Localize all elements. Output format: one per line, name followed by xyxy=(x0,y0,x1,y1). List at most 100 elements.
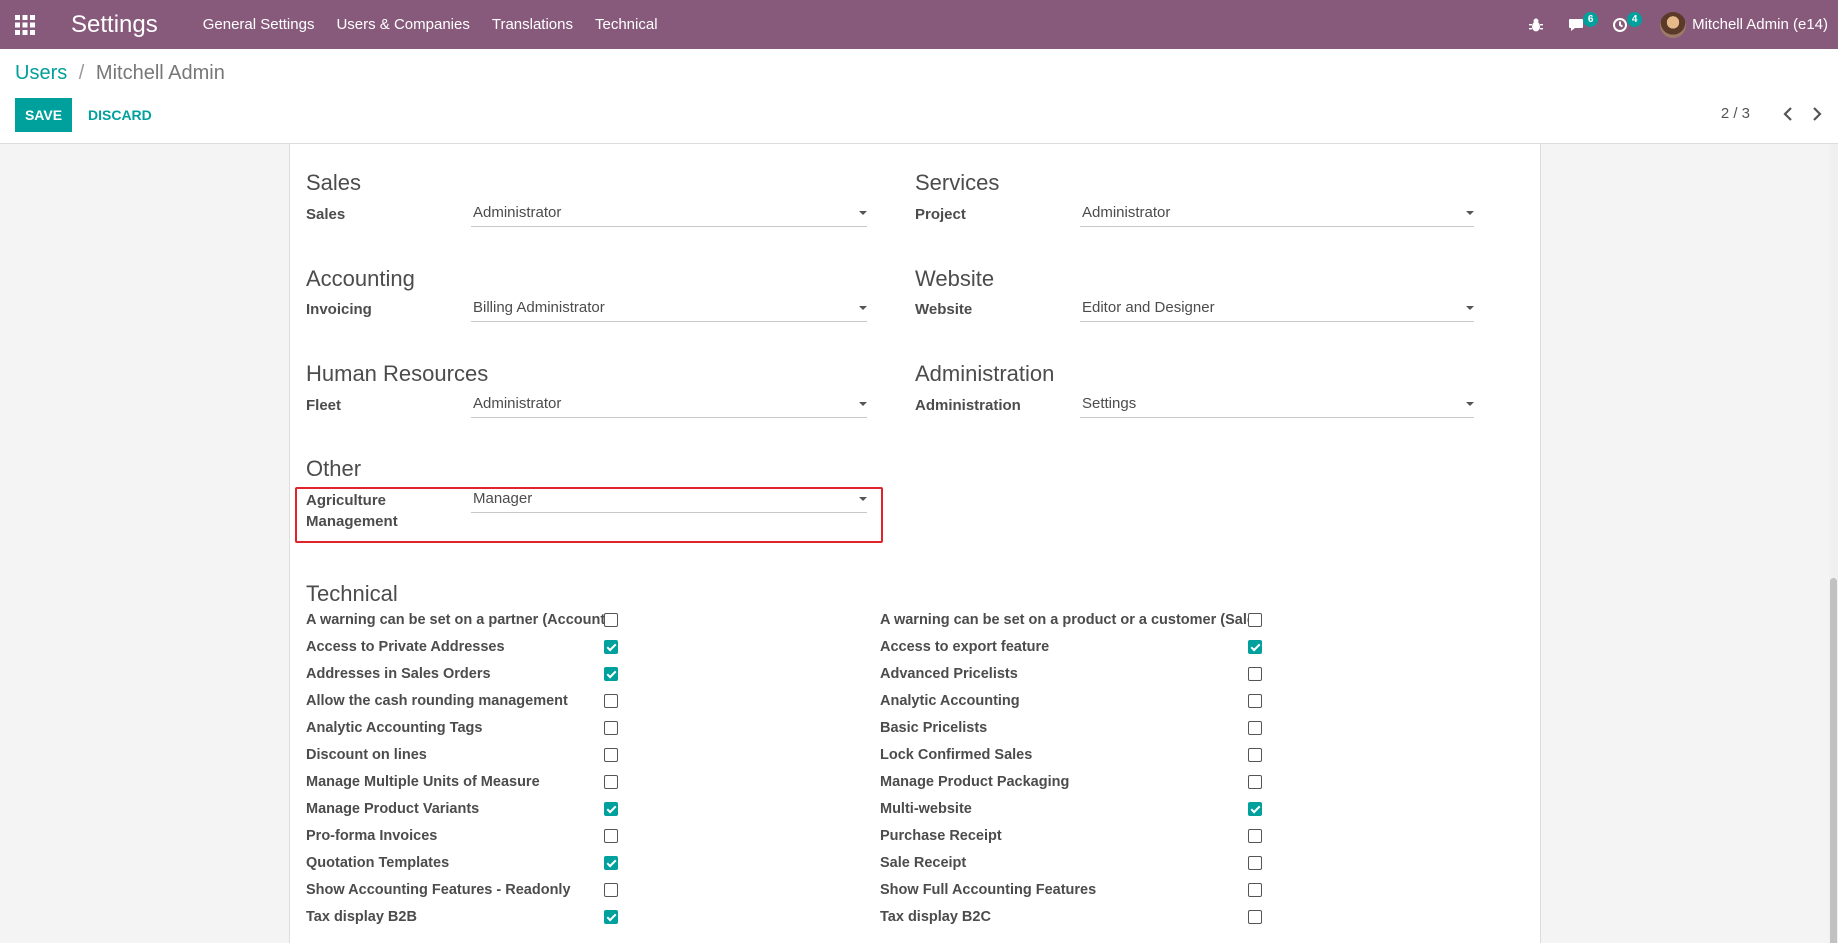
control-panel: Users / Mitchell Admin SAVE DISCARD 2 / … xyxy=(0,49,1838,144)
website-select[interactable]: Editor and Designer xyxy=(1080,296,1474,322)
technical-option-label: Show Full Accounting Features xyxy=(880,882,1097,898)
technical-option-label: Manage Product Packaging xyxy=(880,774,1070,790)
invoicing-select-value: Billing Administrator xyxy=(473,299,605,316)
chevron-right-icon[interactable] xyxy=(1804,101,1830,127)
sales-select[interactable]: Administrator xyxy=(471,201,867,227)
project-select[interactable]: Administrator xyxy=(1080,201,1474,227)
technical-option-checkbox[interactable] xyxy=(1248,883,1262,897)
group-title-services: Services xyxy=(915,170,1000,195)
field-label-website: Website xyxy=(915,301,973,318)
technical-option-checkbox[interactable] xyxy=(604,694,618,708)
technical-option-label: Manage Multiple Units of Measure xyxy=(306,774,540,790)
technical-option-label: Allow the cash rounding management xyxy=(306,693,568,709)
avatar xyxy=(1660,11,1687,38)
administration-select[interactable]: Settings xyxy=(1080,392,1474,418)
technical-option-label: Manage Product Variants xyxy=(306,801,480,817)
breadcrumb: Users / Mitchell Admin xyxy=(15,62,225,85)
technical-option-checkbox[interactable] xyxy=(1248,721,1262,735)
technical-option-label: Access to export feature xyxy=(880,639,1050,655)
caret-down-icon xyxy=(859,402,867,406)
field-label-invoicing: Invoicing xyxy=(306,301,372,318)
technical-option-checkbox[interactable] xyxy=(604,667,618,681)
scrollbar[interactable] xyxy=(1829,144,1838,943)
user-name: Mitchell Admin (e14) xyxy=(1692,16,1828,33)
discard-button[interactable]: DISCARD xyxy=(80,98,160,132)
technical-option-checkbox[interactable] xyxy=(604,721,618,735)
app-title[interactable]: Settings xyxy=(50,11,192,39)
top-navbar: Settings General Settings Users & Compan… xyxy=(0,0,1838,49)
technical-option-label: Lock Confirmed Sales xyxy=(880,747,1033,763)
group-title-accounting: Accounting xyxy=(306,266,415,291)
agriculture-management-select-value: Manager xyxy=(473,490,533,507)
save-button[interactable]: SAVE xyxy=(15,98,72,132)
sales-select-value: Administrator xyxy=(473,204,562,221)
menu-users-companies[interactable]: Users & Companies xyxy=(325,0,480,49)
field-label-administration: Administration xyxy=(915,397,1021,414)
field-label-project: Project xyxy=(915,206,966,223)
website-select-value: Editor and Designer xyxy=(1082,299,1215,316)
bug-icon[interactable] xyxy=(1518,0,1554,49)
technical-option-checkbox[interactable] xyxy=(604,613,618,627)
menu-technical[interactable]: Technical xyxy=(584,0,669,49)
group-title-website: Website xyxy=(915,266,995,291)
technical-option-label: Analytic Accounting Tags xyxy=(306,720,483,736)
technical-option-checkbox[interactable] xyxy=(604,829,618,843)
technical-option-checkbox[interactable] xyxy=(1248,775,1262,789)
caret-down-icon xyxy=(859,211,867,215)
technical-option-checkbox[interactable] xyxy=(1248,856,1262,870)
group-title-other: Other xyxy=(306,456,362,481)
group-title-administration: Administration xyxy=(915,361,1055,386)
technical-option-label: Tax display B2B xyxy=(306,909,417,925)
technical-option-label: Show Accounting Features - Readonly xyxy=(306,882,571,898)
menu-translations[interactable]: Translations xyxy=(481,0,584,49)
form-sheet: Sales Sales Administrator Services Proje… xyxy=(289,144,1541,943)
caret-down-icon xyxy=(1466,402,1474,406)
agriculture-management-select[interactable]: Manager xyxy=(471,487,867,513)
scrollbar-thumb[interactable] xyxy=(1830,578,1837,943)
technical-option-label: Discount on lines xyxy=(306,747,427,763)
technical-option-checkbox[interactable] xyxy=(1248,802,1262,816)
technical-option-label: Sale Receipt xyxy=(880,855,967,871)
technical-option-checkbox[interactable] xyxy=(604,775,618,789)
apps-menu-icon[interactable] xyxy=(0,0,50,49)
technical-option-checkbox[interactable] xyxy=(604,640,618,654)
chevron-left-icon[interactable] xyxy=(1775,101,1801,127)
invoicing-select[interactable]: Billing Administrator xyxy=(471,296,867,322)
technical-option-checkbox[interactable] xyxy=(1248,613,1262,627)
menu-general-settings[interactable]: General Settings xyxy=(192,0,326,49)
technical-option-label: Pro-forma Invoices xyxy=(306,828,438,844)
administration-select-value: Settings xyxy=(1082,395,1137,412)
fleet-select[interactable]: Administrator xyxy=(471,392,867,418)
technical-option-label: Addresses in Sales Orders xyxy=(306,666,491,682)
technical-option-checkbox[interactable] xyxy=(1248,667,1262,681)
field-label-fleet: Fleet xyxy=(306,397,342,414)
user-menu[interactable]: Mitchell Admin (e14) xyxy=(1642,11,1838,38)
group-title-sales: Sales xyxy=(306,170,362,195)
technical-option-checkbox[interactable] xyxy=(1248,694,1262,708)
systray: 6 4 Mitchell Admin (e14) xyxy=(1518,0,1838,49)
messages-icon[interactable]: 6 xyxy=(1554,0,1599,49)
technical-option-checkbox[interactable] xyxy=(604,748,618,762)
breadcrumb-users-link[interactable]: Users xyxy=(15,62,67,84)
activities-clock-icon[interactable]: 4 xyxy=(1598,0,1643,49)
technical-option-label: Analytic Accounting xyxy=(880,693,1020,709)
breadcrumb-current: Mitchell Admin xyxy=(95,62,225,84)
caret-down-icon xyxy=(859,306,867,310)
technical-option-label: A warning can be set on a product or a c… xyxy=(880,612,1260,628)
technical-option-label: Access to Private Addresses xyxy=(306,639,505,655)
technical-option-checkbox[interactable] xyxy=(604,910,618,924)
project-select-value: Administrator xyxy=(1082,204,1171,221)
pager-value[interactable]: 2 / 3 xyxy=(1721,105,1750,122)
field-label-agriculture: Agriculture xyxy=(306,492,387,509)
technical-option-checkbox[interactable] xyxy=(604,802,618,816)
technical-option-checkbox[interactable] xyxy=(604,883,618,897)
technical-option-checkbox[interactable] xyxy=(1248,748,1262,762)
fleet-select-value: Administrator xyxy=(473,395,562,412)
technical-option-checkbox[interactable] xyxy=(1248,640,1262,654)
technical-option-label: A warning can be set on a partner (Accou… xyxy=(306,612,611,628)
technical-option-checkbox[interactable] xyxy=(1248,829,1262,843)
field-label-management: Management xyxy=(306,513,398,530)
technical-option-checkbox[interactable] xyxy=(604,856,618,870)
technical-option-checkbox[interactable] xyxy=(1248,910,1262,924)
caret-down-icon xyxy=(859,497,867,501)
